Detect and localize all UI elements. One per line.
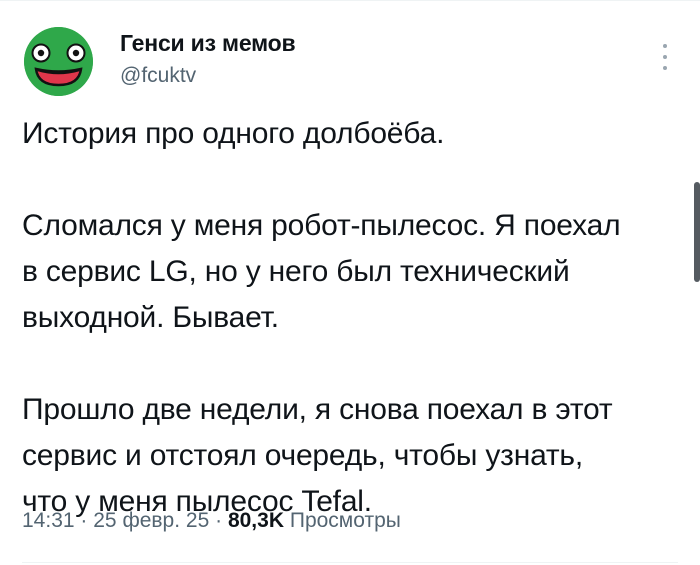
frog-face-icon [24,27,93,96]
avatar[interactable] [24,27,93,96]
views-label: Просмотры [289,509,401,532]
bottom-divider [22,562,678,563]
tweet-meta: 14:31 · 25 февр. 25 · 80,3K Просмотры [22,509,401,533]
tweet-paragraph: История про одного долбоёба. [22,117,445,150]
more-options-button[interactable] [656,44,674,70]
meta-separator: · [80,509,88,532]
tweet-paragraph: Сломался у меня робот-пылесос. Я поехал … [22,209,621,334]
author-display-name[interactable]: Генси из мемов [120,30,296,57]
top-divider [0,0,700,1]
meta-separator: · [215,509,223,532]
more-vertical-icon [663,44,667,48]
tweet-paragraph: Прошло две недели, я снова поехал в этот… [22,393,613,518]
tweet-date[interactable]: 25 февр. 25 [93,509,209,532]
views-count: 80,3K [227,509,284,532]
scrollbar[interactable] [694,182,700,282]
tweet-time[interactable]: 14:31 [22,509,75,532]
tweet-text: История про одного долбоёба. Сломался у … [22,111,682,525]
author-handle[interactable]: @fcuktv [120,64,196,88]
